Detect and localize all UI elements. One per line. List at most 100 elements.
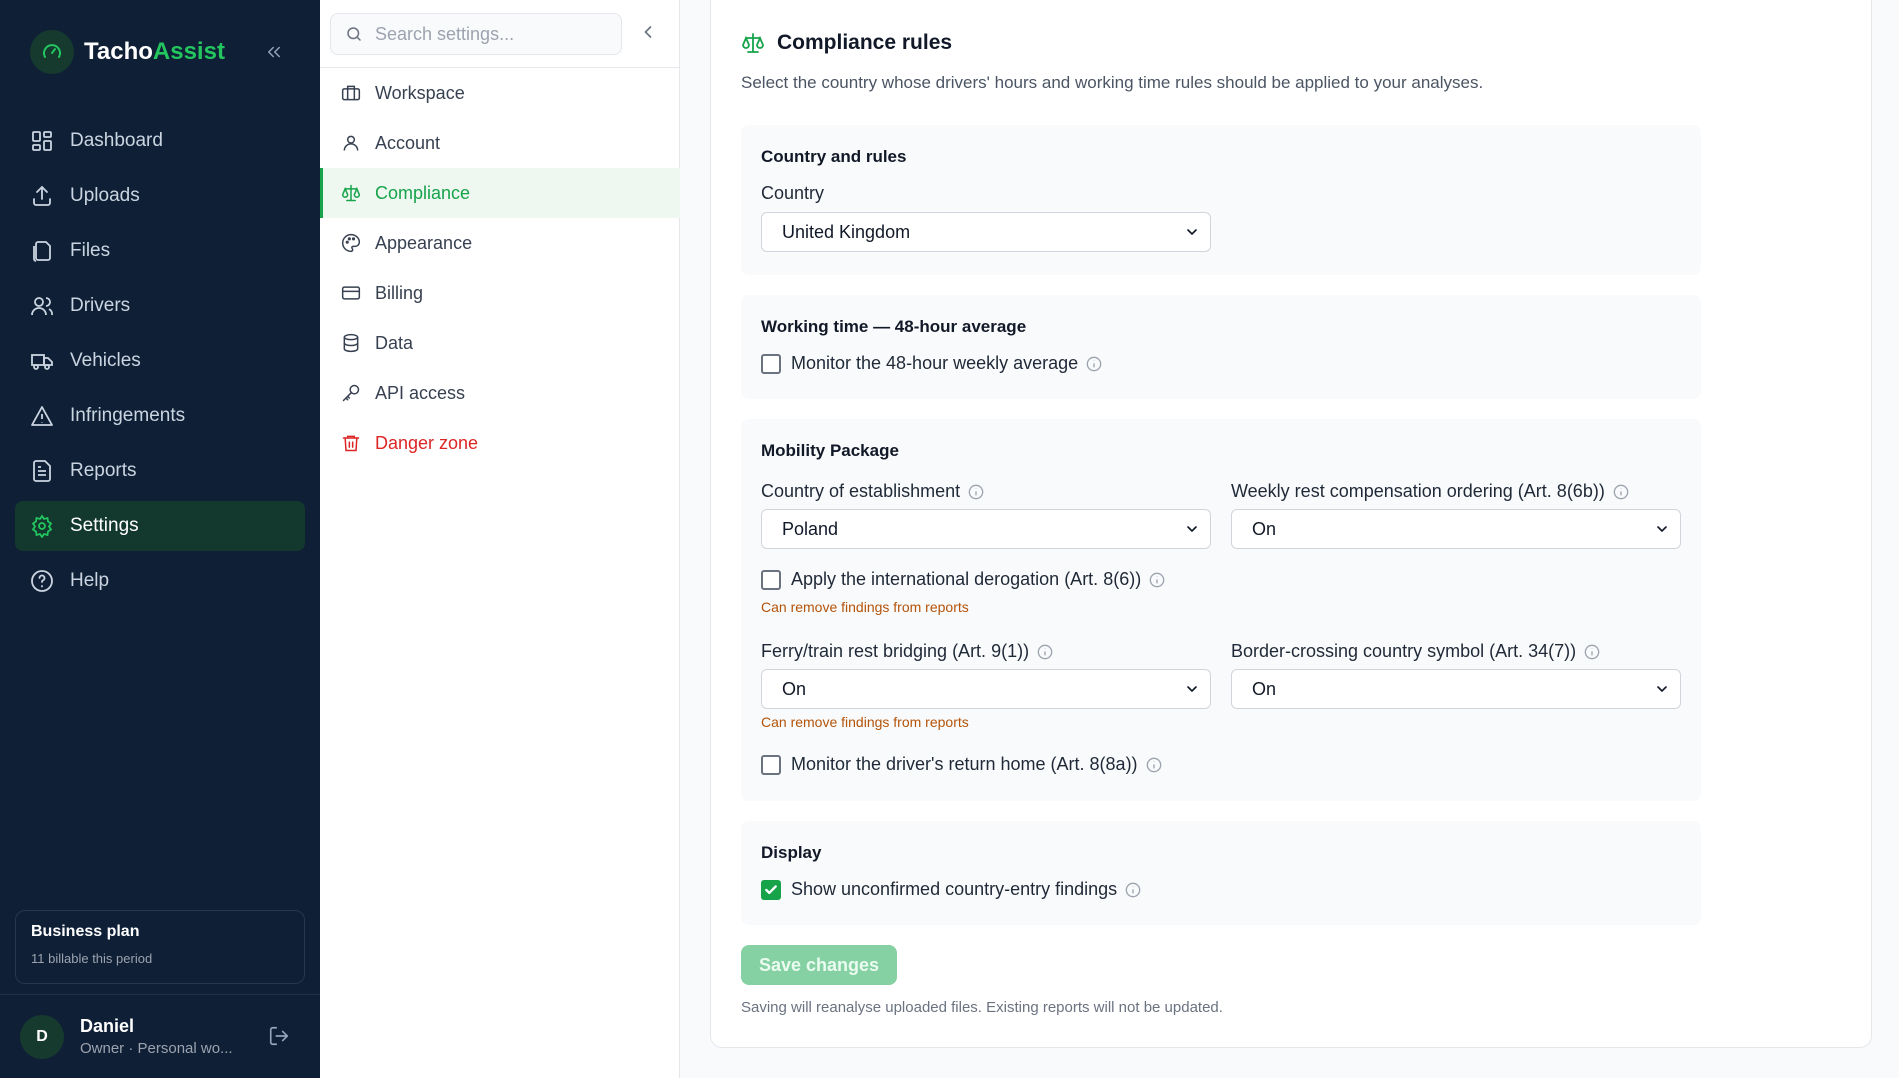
help-icon: [31, 570, 53, 592]
section-title: Country and rules: [761, 147, 907, 166]
nav-label: Drivers: [70, 295, 131, 316]
settings-item-billing[interactable]: Billing: [320, 268, 680, 318]
monitor-48h-row: Monitor the 48-hour weekly average: [761, 353, 1681, 374]
nav-label: Vehicles: [70, 350, 141, 371]
page-title: Compliance rules: [741, 31, 952, 55]
info-icon[interactable]: [1086, 356, 1102, 372]
settings-item-label: Billing: [375, 282, 424, 303]
search-box[interactable]: [330, 13, 622, 55]
nav-item-dashboard[interactable]: Dashboard: [15, 116, 305, 166]
warning-icon: [31, 406, 53, 426]
nav-item-reports[interactable]: Reports: [15, 446, 305, 496]
settings-nav: Workspace Account Compliance Appearance …: [320, 0, 680, 1078]
settings-item-label: Danger zone: [375, 432, 479, 453]
return-home-label: Monitor the driver's return home (Art. 8…: [791, 754, 1138, 774]
user-icon: [343, 135, 359, 151]
ferry-select[interactable]: On: [761, 669, 1211, 709]
return-home-checkbox[interactable]: [761, 754, 781, 775]
plan-title: Business plan: [31, 923, 140, 940]
country-label: Country: [761, 183, 825, 203]
nav-label: Dashboard: [70, 130, 163, 151]
settings-item-api-access[interactable]: API access: [320, 368, 680, 418]
working-time-section: Working time — 48-hour average Monitor t…: [741, 295, 1701, 399]
page-description: Select the country whose drivers' hours …: [741, 73, 1484, 92]
nav-item-vehicles[interactable]: Vehicles: [15, 336, 305, 386]
chevron-down-icon: [1187, 229, 1197, 236]
monitor-48h-label: Monitor the 48-hour weekly average: [791, 353, 1079, 373]
gear-icon: [31, 514, 53, 538]
settings-item-label: Workspace: [375, 82, 465, 103]
chevron-left-icon[interactable]: [638, 22, 662, 46]
collapse-sidebar-icon[interactable]: [262, 40, 286, 64]
info-icon[interactable]: [1584, 644, 1600, 660]
info-icon[interactable]: [1146, 757, 1162, 773]
settings-item-data[interactable]: Data: [320, 318, 680, 368]
info-icon[interactable]: [968, 484, 984, 500]
logout-icon[interactable]: [268, 1025, 292, 1049]
nav-item-help[interactable]: Help: [15, 556, 305, 606]
brand[interactable]: TachoAssist: [30, 30, 225, 74]
settings-item-danger-zone[interactable]: Danger zone: [320, 418, 680, 468]
trash-icon: [342, 435, 360, 452]
ferry-value: On: [782, 678, 807, 699]
establishment-value: Poland: [782, 518, 839, 539]
user-bar: D Daniel Owner · Personal wo...: [0, 994, 320, 1078]
info-icon[interactable]: [1149, 572, 1165, 588]
mobility-package-section: Mobility Package Country of establishmen…: [741, 419, 1701, 801]
return-home-row: Monitor the driver's return home (Art. 8…: [761, 754, 1162, 775]
country-select[interactable]: United Kingdom: [761, 212, 1211, 252]
derogation-label: Apply the international derogation (Art.…: [791, 569, 1142, 589]
settings-item-account[interactable]: Account: [320, 118, 680, 168]
monitor-48h-checkbox[interactable]: [761, 353, 781, 374]
info-icon[interactable]: [1613, 484, 1629, 500]
scale-icon: [341, 184, 361, 202]
nav-label: Help: [70, 570, 110, 591]
key-icon: [342, 384, 360, 402]
ferry-label-row: Ferry/train rest bridging (Art. 9(1)): [761, 641, 1053, 662]
plan-card[interactable]: Business plan 11 billable this period: [15, 910, 305, 984]
save-note: Saving will reanalyse uploaded files. Ex…: [741, 999, 1223, 1016]
border-value: On: [1252, 678, 1277, 699]
upload-icon: [33, 185, 51, 206]
nav-item-files[interactable]: Files: [15, 226, 305, 276]
avatar[interactable]: D: [20, 1014, 64, 1059]
settings-item-appearance[interactable]: Appearance: [320, 218, 680, 268]
weekly-rest-label: Weekly rest compensation ordering (Art. …: [1231, 481, 1605, 501]
report-icon: [33, 460, 51, 482]
save-button[interactable]: Save changes: [741, 945, 897, 985]
nav-item-uploads[interactable]: Uploads: [15, 171, 305, 221]
logo-gauge-icon: [30, 30, 74, 74]
nav-item-drivers[interactable]: Drivers: [15, 281, 305, 331]
nav-item-settings[interactable]: Settings: [15, 501, 305, 551]
plan-subtitle: 11 billable this period: [31, 951, 153, 966]
settings-item-label: Account: [375, 132, 441, 153]
info-icon[interactable]: [1037, 644, 1053, 660]
palette-icon: [342, 233, 361, 253]
brand-name: TachoAssist: [84, 38, 225, 65]
unconfirmed-checkbox[interactable]: [761, 879, 781, 900]
unconfirmed-row: Show unconfirmed country-entry findings: [761, 879, 1681, 900]
chevron-down-icon: [1187, 526, 1197, 533]
briefcase-icon: [341, 85, 361, 101]
nav-item-infringements[interactable]: Infringements: [15, 391, 305, 441]
nav-label: Reports: [70, 460, 137, 481]
search-input[interactable]: [375, 23, 615, 45]
truck-icon: [31, 354, 53, 370]
establishment-label-row: Country of establishment: [761, 481, 984, 502]
compliance-panel: Compliance rules Select the country whos…: [710, 0, 1872, 1048]
section-title: Working time — 48-hour average: [761, 317, 1027, 336]
border-select[interactable]: On: [1231, 669, 1681, 709]
settings-nav-list: Workspace Account Compliance Appearance …: [320, 68, 680, 468]
info-icon[interactable]: [1125, 882, 1141, 898]
section-title: Mobility Package: [761, 441, 899, 460]
unconfirmed-label: Show unconfirmed country-entry findings: [791, 879, 1118, 899]
weekly-rest-select[interactable]: On: [1231, 509, 1681, 549]
derogation-row: Apply the international derogation (Art.…: [761, 569, 1165, 590]
establishment-select[interactable]: Poland: [761, 509, 1211, 549]
scale-icon: [742, 33, 764, 53]
settings-item-compliance[interactable]: Compliance: [320, 168, 680, 218]
settings-item-workspace[interactable]: Workspace: [320, 68, 680, 118]
files-icon: [33, 241, 51, 262]
settings-item-label: API access: [375, 382, 466, 403]
derogation-checkbox[interactable]: [761, 569, 781, 590]
